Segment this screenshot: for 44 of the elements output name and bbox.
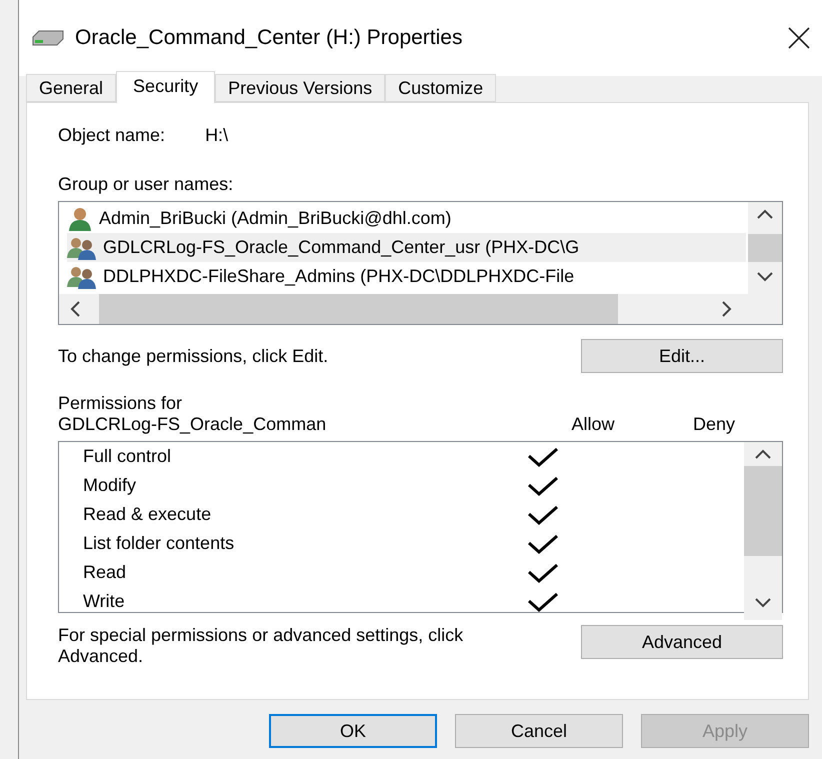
list-item[interactable]: GDLCRLog-FS_Oracle_Command_Center_usr (PHX-DC\G <box>67 233 746 262</box>
column-header: Allow <box>571 414 614 435</box>
dialog-button[interactable]: Cancel <box>455 714 623 748</box>
edit-button[interactable]: Edit... <box>581 339 783 373</box>
permission-row[interactable]: Read & execute <box>83 500 744 529</box>
permission-row[interactable]: Modify <box>83 471 744 500</box>
tab[interactable]: Previous Versions <box>215 74 386 102</box>
tab[interactable]: General <box>26 74 116 102</box>
permission-name: Write <box>83 591 126 612</box>
vertical-scrollbar[interactable] <box>744 442 782 620</box>
permission-name: Read & execute <box>83 504 212 525</box>
permission-name: Full control <box>83 446 172 467</box>
permission-row[interactable]: Full control <box>83 442 744 471</box>
window-title: Oracle_Command_Center (H:) Properties <box>75 26 464 50</box>
permission-row[interactable]: Read <box>83 558 744 587</box>
list-item-text: GDLCRLog-FS_Oracle_Command_Center_usr (PHX-DC\G <box>103 237 580 258</box>
permissions-label: Permissions for <box>58 393 184 414</box>
object-name-value: H:\ <box>205 125 228 146</box>
permission-row[interactable]: List folder contents <box>83 529 744 558</box>
list-item[interactable]: DDLPHXDC-FileShare_Admins (PHX-DC\DDLPHXDC-File <box>67 262 746 291</box>
list-item-text: Admin_BriBucki (Admin_BriBucki@dhl.com) <box>99 208 452 229</box>
permission-name: Modify <box>83 475 138 496</box>
permission-row[interactable]: Write <box>83 587 744 616</box>
column-header: Deny <box>693 414 736 435</box>
permissions-principal: GDLCRLog-FS_Oracle_Comman <box>58 414 328 435</box>
drive-icon <box>31 29 65 47</box>
list-item-text: DDLPHXDC-FileShare_Admins (PHX-DC\DDLPHXDC-File <box>103 266 574 287</box>
advanced-hint: For special permissions or advanced settings, click Advanced. <box>58 625 464 667</box>
list-item[interactable]: Admin_BriBucki (Admin_BriBucki@dhl.com) <box>67 204 746 233</box>
dialog-button[interactable]: OK <box>269 714 437 748</box>
edit-hint: To change permissions, click Edit. <box>58 346 328 366</box>
advanced-button[interactable]: Advanced <box>581 625 783 659</box>
users-icon <box>67 264 97 288</box>
vertical-scrollbar[interactable] <box>748 202 782 294</box>
tab[interactable]: Customize <box>385 74 496 102</box>
group-list-label: Group or user names: <box>58 174 234 195</box>
horizontal-scrollbar[interactable] <box>59 294 748 324</box>
permission-name: Read <box>83 562 128 583</box>
close-icon[interactable] <box>787 26 811 50</box>
users-icon <box>67 236 97 260</box>
object-name-label: Object name: <box>58 125 166 146</box>
tab[interactable]: Security <box>116 71 216 103</box>
user-icon <box>67 206 93 230</box>
permission-name: List folder contents <box>83 533 236 554</box>
